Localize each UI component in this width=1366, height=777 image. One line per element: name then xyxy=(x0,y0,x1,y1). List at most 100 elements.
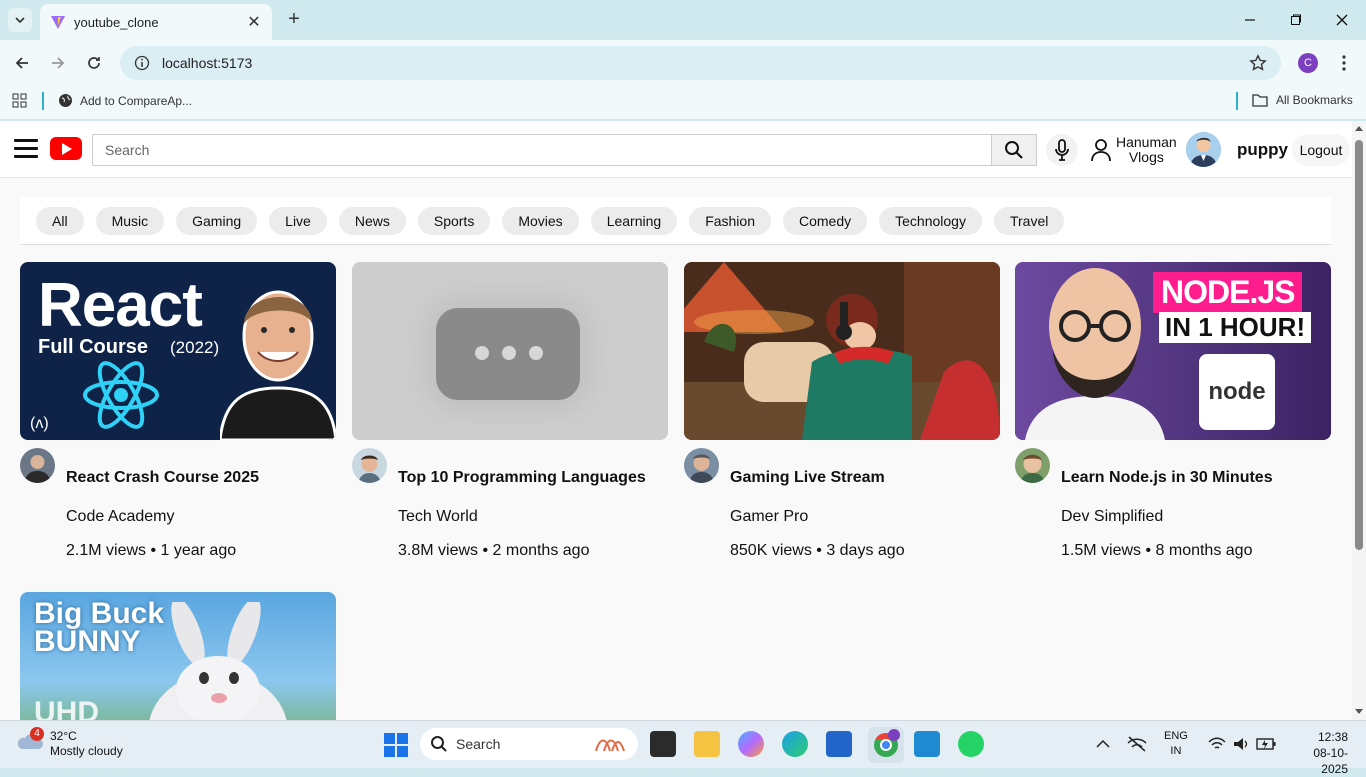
youtube-logo[interactable] xyxy=(50,137,82,160)
language-indicator[interactable]: ENG IN xyxy=(1164,729,1188,759)
react-logo-icon xyxy=(83,361,159,429)
copilot-icon[interactable] xyxy=(738,731,764,757)
task-view-icon[interactable] xyxy=(650,731,676,757)
thumbnail-text: (2022) xyxy=(170,338,220,357)
nodejs-logo: node xyxy=(1199,354,1275,430)
video-card[interactable]: Gaming Live Stream Gamer Pro 850K views … xyxy=(684,262,1000,559)
url-text: localhost:5173 xyxy=(162,55,253,71)
info-icon[interactable] xyxy=(134,55,150,71)
chip-sports[interactable]: Sports xyxy=(417,206,491,235)
taskbar-search[interactable]: Search xyxy=(420,728,638,760)
new-tab-button[interactable]: + xyxy=(282,8,306,32)
video-channel[interactable]: Dev Simplified xyxy=(1061,508,1163,526)
video-thumbnail[interactable]: React Full Course (2022) (ʌ) xyxy=(20,262,336,440)
hamburger-menu-icon[interactable] xyxy=(14,139,38,159)
browser-menu-button[interactable] xyxy=(1334,53,1354,73)
video-card[interactable]: Top 10 Programming Languages Tech World … xyxy=(352,262,668,559)
microsoft-store-icon[interactable] xyxy=(826,731,852,757)
minimize-button[interactable] xyxy=(1230,6,1270,34)
search-highlight-icon xyxy=(595,739,625,752)
thumbnail-text: UHD xyxy=(34,696,99,720)
chip-news[interactable]: News xyxy=(338,206,406,235)
arrow-left-icon xyxy=(15,57,28,69)
user-icon xyxy=(1091,139,1111,162)
restore-button[interactable] xyxy=(1276,6,1316,34)
video-title[interactable]: Gaming Live Stream xyxy=(730,469,885,487)
bookmark-compareap[interactable]: Add to CompareAp... xyxy=(58,93,192,108)
chip-technology[interactable]: Technology xyxy=(879,206,982,235)
page-scrollbar[interactable] xyxy=(1352,121,1366,720)
wifi-icon[interactable] xyxy=(1208,736,1226,752)
video-title[interactable]: React Crash Course 2025 xyxy=(66,469,259,487)
chip-movies[interactable]: Movies xyxy=(502,206,579,235)
video-card[interactable]: Big Buck BUNNY UHD xyxy=(20,592,336,720)
weather-badge: 4 xyxy=(30,727,44,741)
scroll-down-icon[interactable] xyxy=(1355,709,1363,715)
video-meta: 2.1M views • 1 year ago xyxy=(66,542,237,559)
weather-widget[interactable]: 4 32°C Mostly cloudy xyxy=(16,727,123,759)
battery-icon[interactable] xyxy=(1256,737,1276,751)
video-channel[interactable]: Code Academy xyxy=(66,508,175,526)
whatsapp-icon[interactable] xyxy=(958,731,984,757)
video-card[interactable]: React Full Course (2022) (ʌ) React Crash… xyxy=(20,262,336,559)
reload-button[interactable] xyxy=(84,53,104,73)
edge-icon[interactable] xyxy=(782,731,808,757)
profile-avatar[interactable]: C xyxy=(1298,53,1318,73)
chip-all[interactable]: All xyxy=(36,206,84,235)
close-window-button[interactable] xyxy=(1322,6,1362,34)
channel-link[interactable]: Hanuman Vlogs xyxy=(1090,134,1177,166)
all-bookmarks-button[interactable]: All Bookmarks xyxy=(1252,93,1353,107)
video-title[interactable]: Top 10 Programming Languages xyxy=(398,469,646,487)
video-thumbnail[interactable]: NODE.JS IN 1 HOUR! node xyxy=(1015,262,1331,440)
video-thumbnail[interactable]: Big Buck BUNNY UHD xyxy=(20,592,336,720)
chip-music[interactable]: Music xyxy=(95,206,165,235)
chevron-up-icon[interactable] xyxy=(1096,739,1110,749)
tab-search-button[interactable] xyxy=(8,8,32,32)
video-thumbnail[interactable] xyxy=(684,262,1000,440)
search-button[interactable] xyxy=(991,134,1037,166)
vscode-icon[interactable] xyxy=(914,731,940,757)
video-title[interactable]: Learn Node.js in 30 Minutes xyxy=(1061,469,1273,487)
presenter-image xyxy=(1025,268,1165,440)
channel-avatar[interactable] xyxy=(20,448,55,483)
channel-avatar[interactable] xyxy=(684,448,719,483)
browser-toolbar: localhost:5173 C xyxy=(0,40,1366,86)
channel-name: Hanuman Vlogs xyxy=(1116,134,1177,165)
search-input[interactable] xyxy=(92,134,992,166)
user-avatar[interactable] xyxy=(1186,132,1221,167)
chrome-taskbar-button[interactable] xyxy=(868,727,904,763)
username: puppy xyxy=(1237,140,1288,159)
file-explorer-icon[interactable] xyxy=(694,731,720,757)
svg-text:(ʌ): (ʌ) xyxy=(30,415,49,432)
chip-live[interactable]: Live xyxy=(269,206,327,235)
channel-avatar[interactable] xyxy=(1015,448,1050,483)
back-button[interactable] xyxy=(12,53,32,73)
browser-tab[interactable]: youtube_clone ✕ xyxy=(40,4,272,40)
clock[interactable]: 12:38 08-10-2025 xyxy=(1296,729,1348,777)
windows-start-icon[interactable] xyxy=(384,733,408,757)
chip-fashion[interactable]: Fashion xyxy=(689,206,771,235)
chip-gaming[interactable]: Gaming xyxy=(176,206,258,235)
scrollbar-thumb[interactable] xyxy=(1355,140,1363,550)
volume-icon[interactable] xyxy=(1232,736,1250,752)
chip-travel[interactable]: Travel xyxy=(993,206,1065,235)
channel-avatar[interactable] xyxy=(352,448,387,483)
chip-comedy[interactable]: Comedy xyxy=(783,206,868,235)
logout-button[interactable]: Logout xyxy=(1292,134,1350,166)
tab-title: youtube_clone xyxy=(74,14,159,30)
video-card[interactable]: NODE.JS IN 1 HOUR! node Learn Node.js in… xyxy=(1015,262,1331,559)
address-bar[interactable]: localhost:5173 xyxy=(120,46,1281,80)
star-icon[interactable] xyxy=(1249,54,1267,72)
chip-learning[interactable]: Learning xyxy=(590,206,678,235)
scroll-up-icon[interactable] xyxy=(1355,125,1363,131)
forward-button[interactable] xyxy=(48,53,68,73)
video-channel[interactable]: Tech World xyxy=(398,508,478,526)
lofi-girl-illustration xyxy=(684,262,1000,440)
network-off-icon[interactable] xyxy=(1126,735,1148,753)
video-channel[interactable]: Gamer Pro xyxy=(730,508,808,526)
voice-search-button[interactable] xyxy=(1046,134,1078,166)
video-thumbnail[interactable] xyxy=(352,262,668,440)
thumbnail-text: React xyxy=(38,271,203,340)
close-tab-icon[interactable]: ✕ xyxy=(246,12,262,32)
apps-icon[interactable] xyxy=(12,93,28,109)
